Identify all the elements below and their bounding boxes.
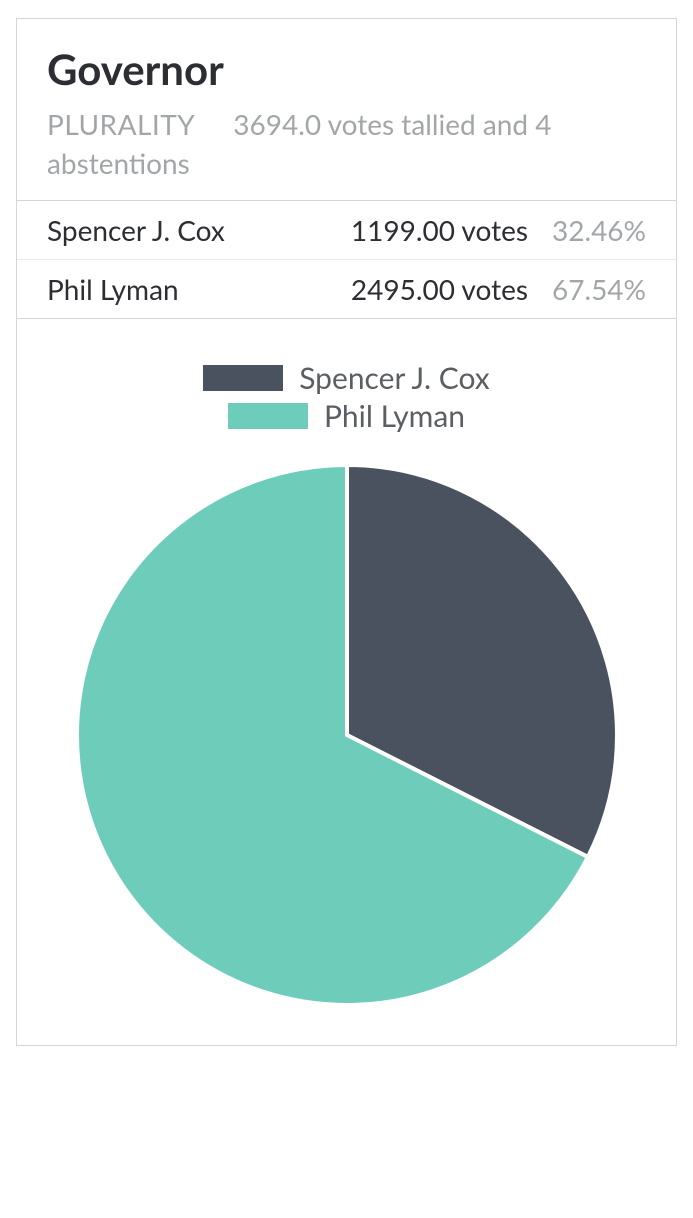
- candidate-pct: 67.54%: [546, 272, 646, 306]
- legend-item: Phil Lyman: [228, 397, 465, 435]
- card-header: Governor PLURALITY3694.0 votes tallied a…: [17, 19, 676, 200]
- chart-area: Spencer J. Cox Phil Lyman: [17, 319, 676, 1045]
- candidate-name: Phil Lyman: [47, 272, 351, 306]
- race-title: Governor: [47, 41, 646, 99]
- legend-swatch: [228, 403, 308, 429]
- candidate-votes: 1199.00 votes: [351, 213, 528, 247]
- candidate-row: Phil Lyman 2495.00 votes 67.54%: [17, 259, 676, 318]
- candidate-row: Spencer J. Cox 1199.00 votes 32.46%: [17, 201, 676, 259]
- pie-chart: [47, 455, 646, 1015]
- pie-legend: Spencer J. Cox Phil Lyman: [47, 359, 646, 435]
- results-card: Governor PLURALITY3694.0 votes tallied a…: [16, 18, 677, 1046]
- candidate-pct: 32.46%: [546, 213, 646, 247]
- candidate-name: Spencer J. Cox: [47, 213, 351, 247]
- candidate-rows: Spencer J. Cox 1199.00 votes 32.46% Phil…: [17, 200, 676, 319]
- legend-label: Phil Lyman: [324, 398, 465, 434]
- voting-method-tag: PLURALITY: [47, 107, 195, 141]
- race-subline: PLURALITY3694.0 votes tallied and 4 abst…: [47, 105, 646, 182]
- candidate-votes: 2495.00 votes: [351, 272, 528, 306]
- legend-label: Spencer J. Cox: [299, 360, 490, 396]
- pie-svg: [67, 455, 627, 1015]
- legend-item: Spencer J. Cox: [203, 359, 490, 397]
- legend-swatch: [203, 365, 283, 391]
